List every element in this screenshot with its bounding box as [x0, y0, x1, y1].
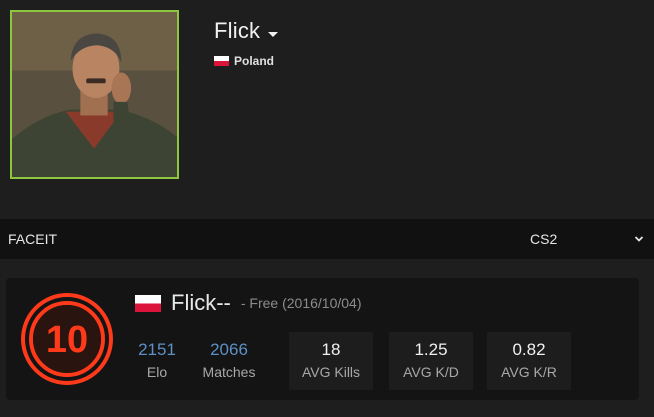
avatar-portrait-image: [12, 12, 177, 177]
stat-label: AVG K/R: [501, 364, 557, 380]
stat-label: AVG K/D: [403, 364, 459, 380]
poland-flag-icon: [135, 294, 161, 312]
stat-value: 18: [321, 340, 341, 359]
stat-avg-kills: 18 AVG Kills: [289, 332, 373, 390]
player-profile-page: Flick Poland FACEIT CS2 10 Flick-- - Fre…: [0, 0, 654, 417]
provider-bar: FACEIT CS2: [0, 219, 654, 259]
stat-avg-kr: 0.82 AVG K/R: [487, 332, 571, 390]
faceit-nickname[interactable]: Flick--: [171, 290, 231, 316]
game-select-value: CS2: [530, 231, 558, 247]
provider-label: FACEIT: [8, 231, 58, 247]
stat-value: 0.82: [512, 340, 546, 359]
stat-value: 1.25: [414, 340, 448, 359]
stat-value: 2151: [138, 340, 176, 359]
avatar: [10, 10, 179, 179]
faceit-level-10-icon: 10: [18, 290, 116, 388]
game-select[interactable]: CS2: [520, 219, 644, 259]
faceit-level-number: 10: [46, 319, 88, 361]
stat-avg-kd: 1.25 AVG K/D: [389, 332, 473, 390]
profile-name-row[interactable]: Flick: [214, 18, 279, 44]
country-row: Poland: [214, 54, 274, 68]
card-title: Flick-- - Free (2016/10/04): [135, 290, 362, 316]
stat-label: AVG Kills: [301, 364, 361, 380]
stat-matches: 2066 Matches: [196, 340, 262, 380]
poland-flag-icon: [214, 56, 229, 66]
stat-label: Elo: [146, 364, 168, 380]
stat-value: 2066: [210, 340, 248, 359]
stat-label: Matches: [202, 364, 256, 380]
membership-meta: - Free (2016/10/04): [240, 295, 362, 311]
profile-name: Flick: [214, 18, 261, 43]
caret-down-icon[interactable]: [268, 31, 279, 37]
chevron-down-icon[interactable]: [634, 235, 644, 243]
stat-elo: 2151 Elo: [130, 340, 184, 380]
country-name: Poland: [234, 54, 275, 68]
faceit-stats-card: 10 Flick-- - Free (2016/10/04) 2151 Elo …: [6, 278, 639, 400]
